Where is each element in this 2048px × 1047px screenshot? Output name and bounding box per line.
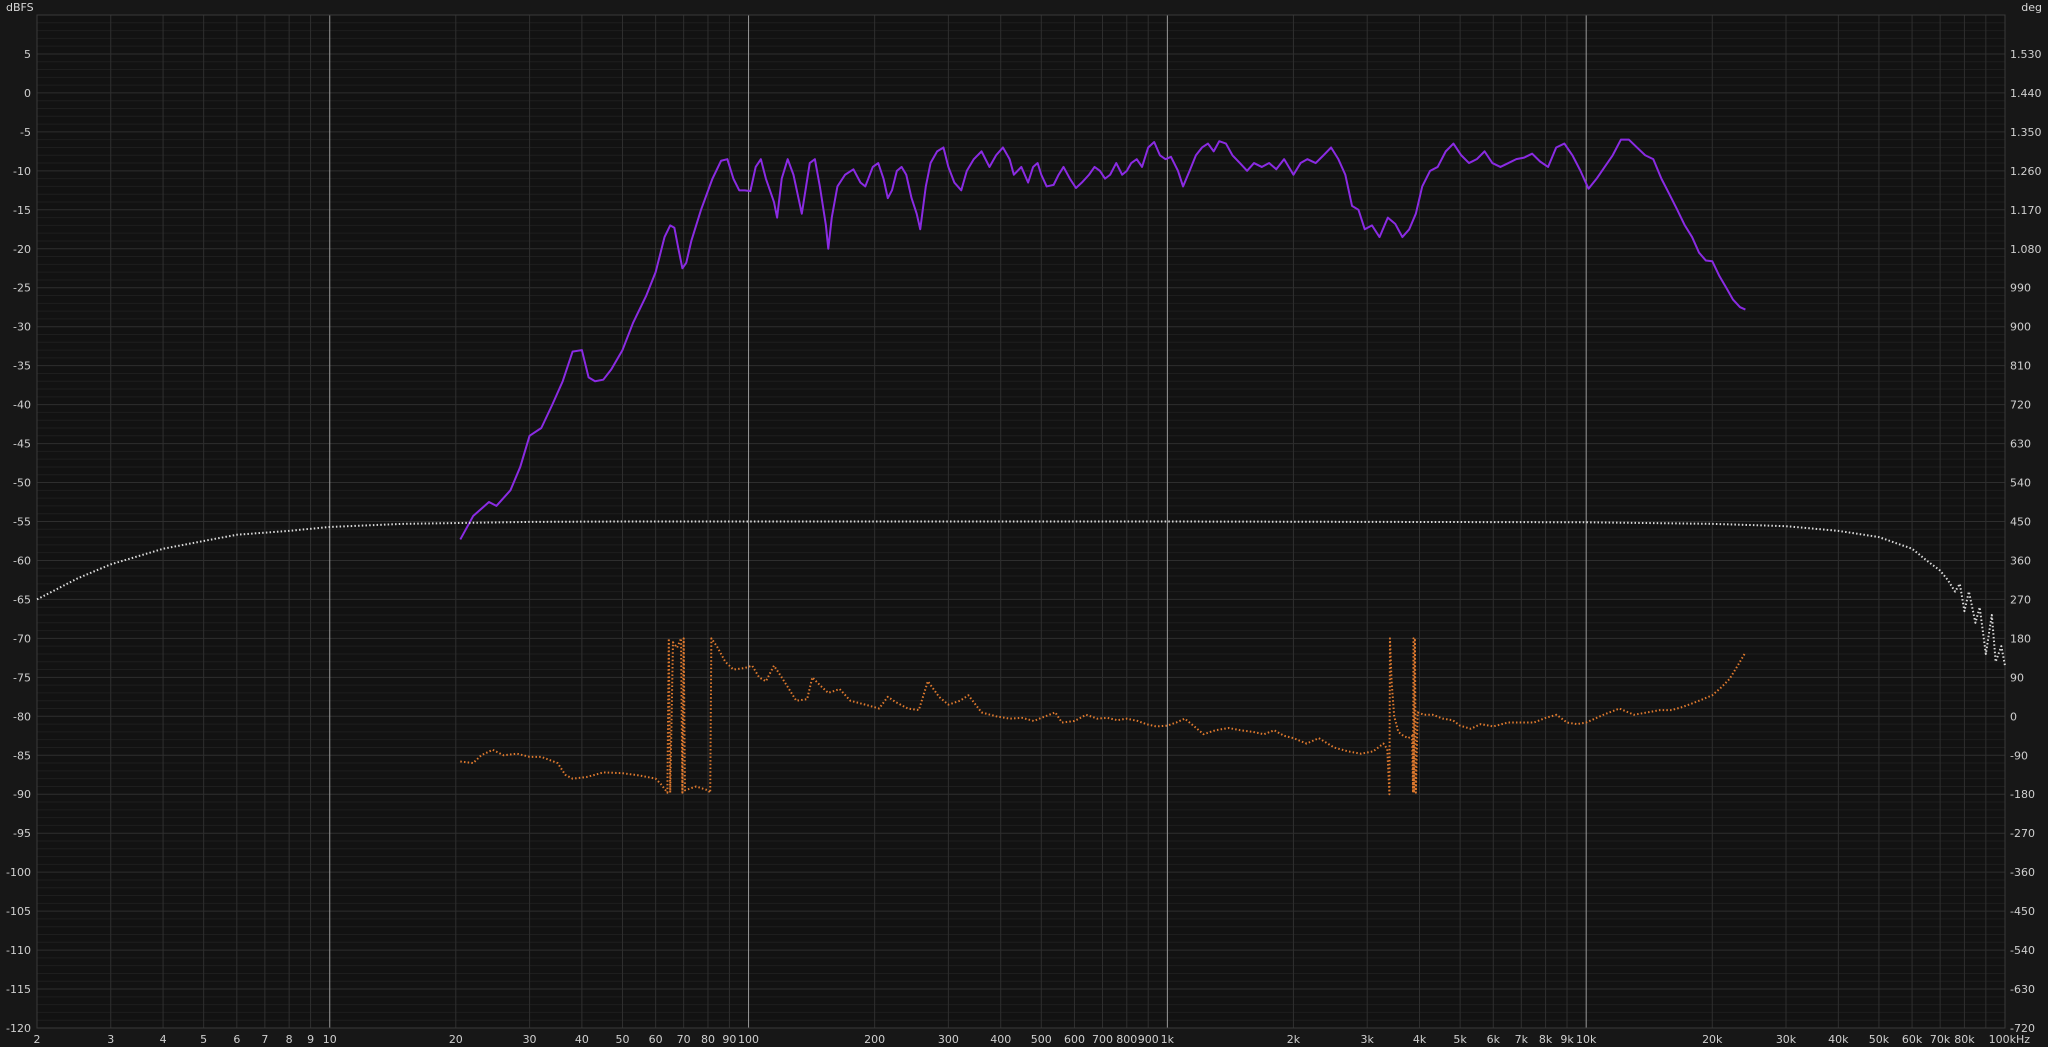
x-tick-label: 5 bbox=[200, 1033, 207, 1046]
x-tick-label: 20 bbox=[449, 1033, 463, 1046]
x-tick-label: 600 bbox=[1064, 1033, 1085, 1046]
x-tick-label: 50k bbox=[1869, 1033, 1890, 1046]
y-right-tick-label: 1.080 bbox=[2010, 243, 2042, 256]
x-tick-label: 30k bbox=[1776, 1033, 1797, 1046]
x-tick-label: 400 bbox=[990, 1033, 1011, 1046]
x-tick-label: 6 bbox=[233, 1033, 240, 1046]
x-tick-label: 8 bbox=[286, 1033, 293, 1046]
x-tick-label: 1k bbox=[1161, 1033, 1175, 1046]
left-axis-unit: dBFS bbox=[6, 1, 34, 14]
x-tick-label: 80 bbox=[701, 1033, 715, 1046]
x-tick-label: 8k bbox=[1539, 1033, 1553, 1046]
y-left-tick-label: -75 bbox=[13, 671, 31, 684]
frequency-response-chart: 50-5-10-15-20-25-30-35-40-45-50-55-60-65… bbox=[0, 0, 2048, 1047]
y-right-tick-label: 0 bbox=[2010, 710, 2017, 723]
x-tick-label: 20k bbox=[1702, 1033, 1723, 1046]
y-left-tick-label: -110 bbox=[6, 944, 31, 957]
y-right-tick-label: -90 bbox=[2010, 749, 2028, 762]
x-tick-label: 900 bbox=[1138, 1033, 1159, 1046]
x-tick-label: 10 bbox=[323, 1033, 337, 1046]
x-tick-label: 70k bbox=[1930, 1033, 1951, 1046]
y-left-tick-label: -105 bbox=[6, 905, 31, 918]
right-axis-unit: deg bbox=[2021, 1, 2042, 14]
x-tick-label: 30 bbox=[523, 1033, 537, 1046]
y-right-tick-label: 180 bbox=[2010, 632, 2031, 645]
x-tick-label: 300 bbox=[938, 1033, 959, 1046]
x-tick-label: 100kHz bbox=[1989, 1033, 2031, 1046]
y-left-tick-label: -5 bbox=[20, 126, 31, 139]
x-tick-label: 800 bbox=[1116, 1033, 1137, 1046]
y-left-tick-label: -120 bbox=[6, 1022, 31, 1035]
y-left-tick-label: -65 bbox=[13, 593, 31, 606]
y-left-tick-label: -55 bbox=[13, 516, 31, 529]
y-left-tick-label: -10 bbox=[13, 165, 31, 178]
x-tick-label: 2 bbox=[34, 1033, 41, 1046]
x-tick-label: 500 bbox=[1031, 1033, 1052, 1046]
y-right-tick-label: -270 bbox=[2010, 827, 2035, 840]
x-tick-label: 6k bbox=[1487, 1033, 1501, 1046]
y-left-tick-label: -80 bbox=[13, 710, 31, 723]
y-right-tick-label: 900 bbox=[2010, 321, 2031, 334]
x-tick-label: 4k bbox=[1413, 1033, 1427, 1046]
y-left-tick-label: 5 bbox=[24, 48, 31, 61]
y-right-tick-label: -630 bbox=[2010, 983, 2035, 996]
y-right-tick-label: 90 bbox=[2010, 671, 2024, 684]
y-left-tick-label: -45 bbox=[13, 438, 31, 451]
y-right-tick-label: 540 bbox=[2010, 477, 2031, 490]
y-left-tick-label: -60 bbox=[13, 554, 31, 567]
x-tick-label: 4 bbox=[160, 1033, 167, 1046]
x-tick-label: 700 bbox=[1092, 1033, 1113, 1046]
y-right-tick-label: 810 bbox=[2010, 360, 2031, 373]
x-tick-label: 40 bbox=[575, 1033, 589, 1046]
y-left-tick-label: -25 bbox=[13, 282, 31, 295]
y-right-tick-label: 1.350 bbox=[2010, 126, 2042, 139]
x-tick-label: 3k bbox=[1361, 1033, 1375, 1046]
x-tick-label: 5k bbox=[1453, 1033, 1467, 1046]
x-tick-label: 80k bbox=[1954, 1033, 1975, 1046]
y-right-tick-label: -180 bbox=[2010, 788, 2035, 801]
y-right-tick-label: 270 bbox=[2010, 593, 2031, 606]
y-left-tick-label: -95 bbox=[13, 827, 31, 840]
x-tick-label: 60 bbox=[649, 1033, 663, 1046]
y-left-tick-label: 0 bbox=[24, 87, 31, 100]
x-tick-label: 60k bbox=[1902, 1033, 1923, 1046]
y-right-tick-label: 720 bbox=[2010, 399, 2031, 412]
x-tick-label: 40k bbox=[1828, 1033, 1849, 1046]
y-left-tick-label: -40 bbox=[13, 399, 31, 412]
y-right-tick-label: 1.440 bbox=[2010, 87, 2042, 100]
y-left-tick-label: -30 bbox=[13, 321, 31, 334]
x-tick-label: 200 bbox=[864, 1033, 885, 1046]
y-right-tick-label: 990 bbox=[2010, 282, 2031, 295]
x-tick-label: 7 bbox=[261, 1033, 268, 1046]
y-right-tick-label: 630 bbox=[2010, 438, 2031, 451]
x-tick-label: 90 bbox=[722, 1033, 736, 1046]
x-tick-label: 9 bbox=[307, 1033, 314, 1046]
x-tick-label: 2k bbox=[1287, 1033, 1301, 1046]
y-right-tick-label: 1.170 bbox=[2010, 204, 2042, 217]
y-left-tick-label: -115 bbox=[6, 983, 31, 996]
y-left-tick-label: -20 bbox=[13, 243, 31, 256]
x-tick-label: 9k bbox=[1560, 1033, 1574, 1046]
y-left-tick-label: -85 bbox=[13, 749, 31, 762]
y-right-tick-label: 360 bbox=[2010, 554, 2031, 567]
y-right-tick-label: 450 bbox=[2010, 516, 2031, 529]
y-right-tick-label: -450 bbox=[2010, 905, 2035, 918]
y-left-tick-label: -70 bbox=[13, 632, 31, 645]
x-tick-label: 70 bbox=[677, 1033, 691, 1046]
x-tick-label: 3 bbox=[107, 1033, 114, 1046]
y-right-tick-label: 1.530 bbox=[2010, 48, 2042, 61]
y-left-tick-label: -35 bbox=[13, 360, 31, 373]
y-right-tick-label: 1.260 bbox=[2010, 165, 2042, 178]
y-right-tick-label: -540 bbox=[2010, 944, 2035, 957]
y-left-tick-label: -15 bbox=[13, 204, 31, 217]
y-right-tick-label: -360 bbox=[2010, 866, 2035, 879]
y-left-tick-label: -90 bbox=[13, 788, 31, 801]
y-left-tick-label: -100 bbox=[6, 866, 31, 879]
x-tick-label: 10k bbox=[1576, 1033, 1597, 1046]
x-tick-label: 100 bbox=[738, 1033, 759, 1046]
y-left-tick-label: -50 bbox=[13, 477, 31, 490]
x-tick-label: 7k bbox=[1515, 1033, 1529, 1046]
x-tick-label: 50 bbox=[615, 1033, 629, 1046]
